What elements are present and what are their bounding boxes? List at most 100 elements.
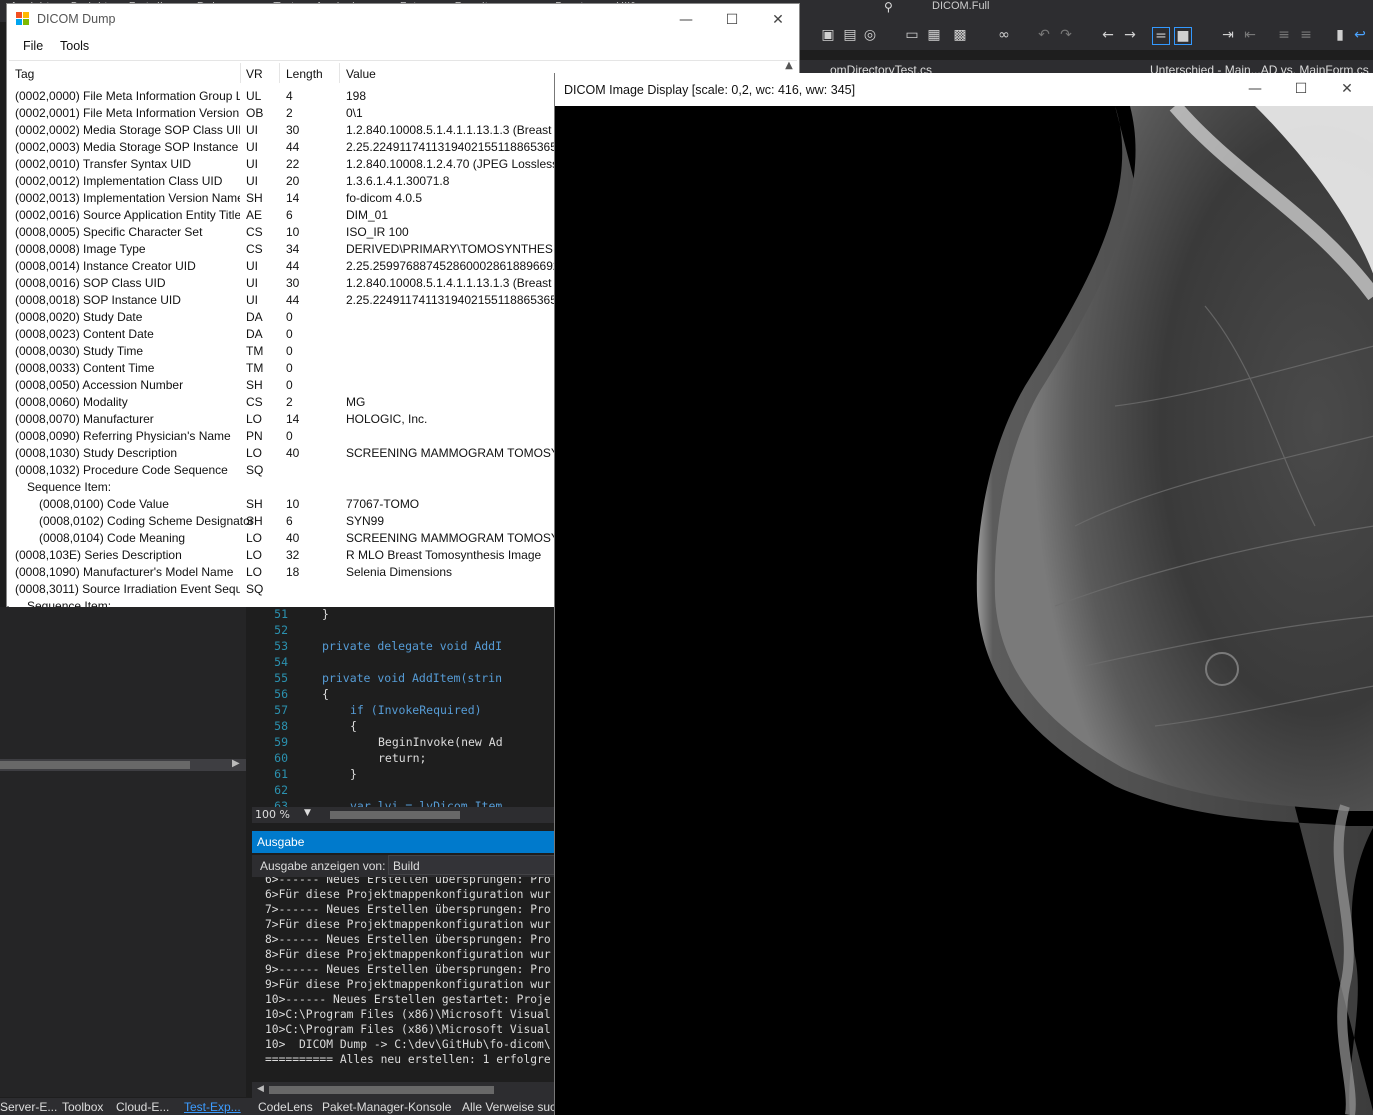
- tag-cell: (0008,0023) Content Date: [15, 327, 154, 341]
- tool-window-tab[interactable]: Server-E...: [0, 1100, 57, 1114]
- vr-cell: DA: [246, 327, 263, 341]
- lock-icon[interactable]: ■: [1174, 27, 1192, 45]
- tool-window-tab[interactable]: Test-Exp...: [184, 1100, 241, 1114]
- code-line[interactable]: 56 {: [252, 687, 329, 703]
- solution-explorer-panel: [0, 607, 246, 1097]
- line-code: {: [322, 687, 329, 701]
- tag-cell: (0008,3011) Source Irradiation Event Seq…: [15, 582, 240, 596]
- output-line: 8>------ Neues Erstellen übersprungen: P…: [265, 933, 551, 946]
- menu-file[interactable]: File: [23, 39, 43, 53]
- code-line[interactable]: 58 {: [252, 719, 357, 735]
- close-icon[interactable]: ✕: [755, 8, 801, 32]
- code-line[interactable]: 62: [252, 783, 288, 799]
- vr-cell: UI: [246, 276, 258, 290]
- scroll-right-icon[interactable]: ▶: [232, 758, 240, 769]
- column-header-value[interactable]: Value: [346, 67, 376, 81]
- scrollbar-thumb[interactable]: [0, 761, 190, 769]
- dicom-dump-titlebar[interactable]: DICOM Dump — ☐ ✕: [7, 4, 799, 34]
- code-editor[interactable]: 51} 52 53 private delegate void AddI 54 55 pri…: [252, 607, 554, 813]
- output-line: 7>------ Neues Erstellen übersprungen: P…: [265, 903, 551, 916]
- zoom-level[interactable]: 100 %: [255, 808, 290, 821]
- code-line[interactable]: 53 private delegate void AddI: [252, 639, 502, 655]
- tag-cell: (0008,0008) Image Type: [15, 242, 146, 256]
- dicom-image-titlebar[interactable]: DICOM Image Display [scale: 0,2, wc: 416…: [555, 73, 1373, 106]
- maximize-icon[interactable]: ☐: [709, 8, 755, 32]
- screen-icon[interactable]: ▣: [820, 27, 836, 43]
- sync-view-icon[interactable]: =: [1152, 27, 1170, 45]
- output-hscroll-thumb[interactable]: [269, 1086, 494, 1094]
- tag-cell: (0008,1030) Study Description: [15, 446, 178, 460]
- tag-cell: Sequence Item:: [27, 480, 112, 494]
- tool-window-tab[interactable]: Toolbox: [62, 1100, 103, 1114]
- length-cell: 6: [286, 514, 293, 528]
- monitor-icon[interactable]: ▭: [904, 27, 920, 43]
- code-line[interactable]: 52: [252, 623, 288, 639]
- document-icon[interactable]: ▤: [842, 27, 858, 43]
- chevron-down-icon[interactable]: ▼: [304, 808, 311, 818]
- dicom-image-title: DICOM Image Display [scale: 0,2, wc: 416…: [564, 83, 856, 97]
- dicom-dump-title: DICOM Dump: [37, 12, 116, 26]
- globe-icon[interactable]: ◎: [862, 27, 878, 43]
- line-code: return;: [378, 751, 427, 765]
- minimize-icon[interactable]: —: [1232, 77, 1278, 101]
- vr-cell: SQ: [246, 582, 264, 596]
- uncomment-icon[interactable]: ≡: [1298, 27, 1314, 43]
- tool-window-tab[interactable]: Paket-Manager-Konsole: [322, 1100, 451, 1114]
- length-cell: 44: [286, 259, 300, 273]
- tool-window-tab[interactable]: Cloud-E...: [116, 1100, 169, 1114]
- length-cell: 4: [286, 89, 293, 103]
- output-hscrollbar[interactable]: ◀: [252, 1082, 554, 1098]
- link-icon[interactable]: ∞: [996, 27, 1012, 43]
- outdent-icon[interactable]: ⇤: [1242, 27, 1258, 43]
- menu-tools[interactable]: Tools: [60, 39, 89, 53]
- length-cell: 44: [286, 293, 300, 307]
- vr-cell: PN: [246, 429, 263, 443]
- scroll-left-icon[interactable]: ◀: [257, 1084, 264, 1094]
- tag-cell: (0008,1090) Manufacturer's Model Name: [15, 565, 234, 579]
- column-header-vr[interactable]: VR: [246, 67, 263, 81]
- undo-icon[interactable]: ↶: [1036, 27, 1052, 43]
- line-number: 57: [274, 703, 288, 717]
- tag-cell: (0002,0013) Implementation Version Name: [15, 191, 240, 205]
- code-line[interactable]: 54: [252, 655, 288, 671]
- minimize-icon[interactable]: —: [663, 8, 709, 32]
- column-header-tag[interactable]: Tag: [15, 67, 34, 81]
- column-divider[interactable]: [279, 63, 280, 83]
- code-line[interactable]: 60 return;: [252, 751, 426, 767]
- column-divider[interactable]: [240, 63, 241, 83]
- editor-hscroll-thumb[interactable]: [330, 811, 460, 819]
- maximize-icon[interactable]: ☐: [1278, 77, 1324, 101]
- close-icon[interactable]: ✕: [1324, 77, 1370, 101]
- line-code: if (InvokeRequired): [350, 703, 482, 717]
- length-cell: 32: [286, 548, 300, 562]
- line-number: 61: [274, 767, 288, 781]
- code-line[interactable]: 51}: [252, 607, 329, 623]
- search-icon[interactable]: ⚲: [884, 0, 893, 14]
- tool-window-tab[interactable]: CodeLens: [258, 1100, 313, 1114]
- indent-icon[interactable]: ⇥: [1220, 27, 1236, 43]
- comment-icon[interactable]: ≡: [1276, 27, 1292, 43]
- column-divider[interactable]: [339, 63, 340, 83]
- redo-icon[interactable]: ↷: [1058, 27, 1074, 43]
- forward-arrow-icon[interactable]: →: [1122, 27, 1138, 43]
- line-number: 56: [274, 687, 288, 701]
- code-line[interactable]: 57 if (InvokeRequired): [252, 703, 481, 719]
- length-cell: 0: [286, 344, 293, 358]
- length-cell: 18: [286, 565, 300, 579]
- bookmark-prev-icon[interactable]: ↩: [1352, 27, 1368, 43]
- back-arrow-icon[interactable]: ←: [1100, 27, 1116, 43]
- mammogram-image[interactable]: [555, 106, 1373, 1115]
- output-source-select[interactable]: Build: [388, 855, 558, 875]
- bookmark-icon[interactable]: ▮: [1332, 27, 1348, 43]
- line-code: private void AddItem(strin: [322, 671, 503, 685]
- clipboard-icon[interactable]: ▦: [926, 27, 942, 43]
- code-line[interactable]: 61}: [252, 767, 357, 783]
- code-line[interactable]: 55 private void AddItem(strin: [252, 671, 502, 687]
- code-line[interactable]: 59 BeginInvoke(new Ad: [252, 735, 502, 751]
- column-header-length[interactable]: Length: [286, 67, 323, 81]
- layers-icon[interactable]: ▩: [952, 27, 968, 43]
- output-text[interactable]: 6>------ Neues Erstellen übersprungen: P…: [252, 877, 554, 1082]
- tag-cell: (0002,0000) File Meta Information Group …: [15, 89, 240, 103]
- line-code: {: [350, 719, 357, 733]
- output-panel-title: Ausgabe: [257, 835, 305, 849]
